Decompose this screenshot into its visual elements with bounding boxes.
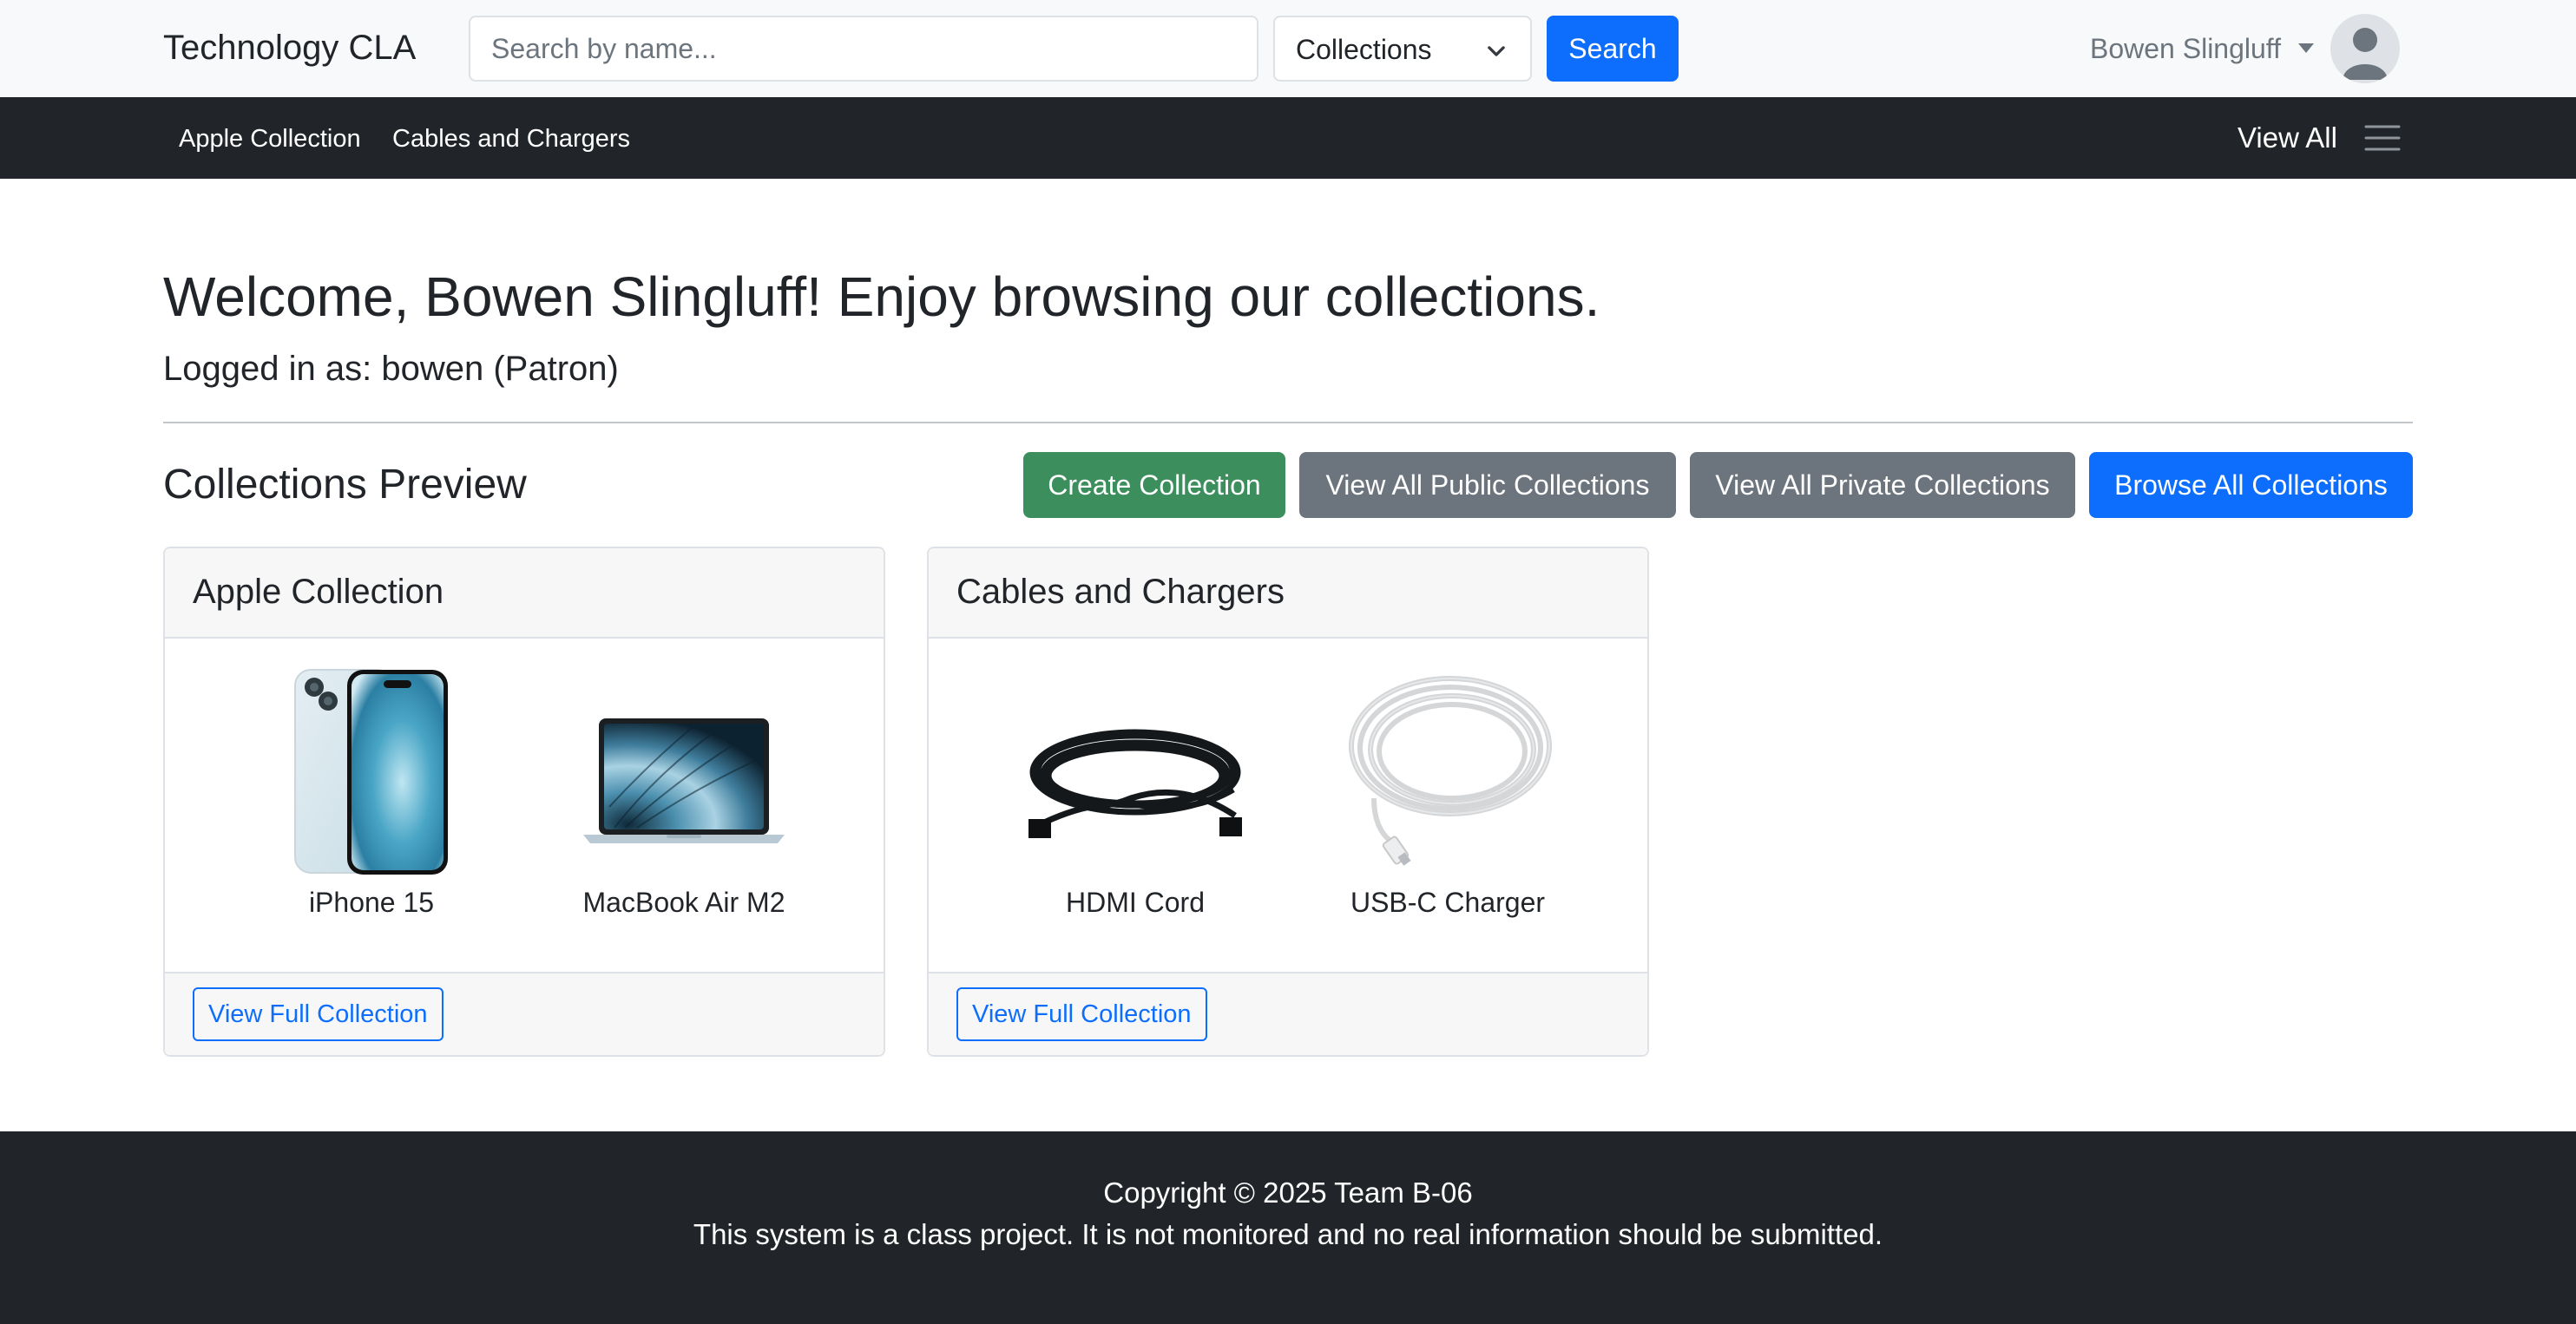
logged-in-status: Logged in as: bowen (Patron) <box>163 345 619 392</box>
search-input[interactable] <box>469 16 1258 82</box>
card-title: Apple Collection <box>193 573 444 611</box>
card-header: Cables and Chargers <box>929 548 1647 639</box>
logged-in-prefix: Logged in as: <box>163 350 372 388</box>
collection-card-apple: Apple Collection iPhone 15 MacBook Air M… <box>163 547 885 1057</box>
search-scope-select[interactable]: Collections <box>1273 16 1532 82</box>
collection-item-usb-c-charger[interactable]: USB-C Charger <box>1335 668 1561 918</box>
collections-preview-heading: Collections Preview <box>163 462 527 508</box>
search-scope-value: Collections <box>1296 34 1432 65</box>
collection-item-iphone[interactable]: iPhone 15 <box>259 668 484 918</box>
footer-copyright: Copyright © 2025 Team B-06 <box>1103 1177 1473 1209</box>
browse-all-collections-button[interactable]: Browse All Collections <box>2089 452 2413 518</box>
subnav-link-cables-and-chargers[interactable]: Cables and Chargers <box>392 123 630 154</box>
view-full-collection-button[interactable]: View Full Collection <box>956 987 1207 1041</box>
view-public-collections-button[interactable]: View All Public Collections <box>1299 452 1676 518</box>
create-collection-button[interactable]: Create Collection <box>1023 452 1285 518</box>
iphone-image <box>294 669 448 875</box>
item-name: USB-C Charger <box>1350 887 1546 918</box>
chevron-down-icon <box>1488 46 1505 56</box>
collection-item-hdmi-cord[interactable]: HDMI Cord <box>1022 668 1248 918</box>
item-name: MacBook Air M2 <box>582 887 785 918</box>
collection-card-cables: Cables and Chargers HDMI Cord USB-C Char… <box>927 547 1649 1057</box>
caret-down-icon[interactable] <box>2298 43 2314 53</box>
hamburger-menu-icon[interactable] <box>2364 123 2401 153</box>
avatar[interactable] <box>2330 14 2400 83</box>
page-footer: Copyright © 2025 Team B-06 This system i… <box>0 1131 2576 1324</box>
view-private-collections-button[interactable]: View All Private Collections <box>1690 452 2075 518</box>
collection-item-macbook[interactable]: MacBook Air M2 <box>571 668 797 918</box>
view-all-link[interactable]: View All <box>2238 121 2337 155</box>
top-navbar: Technology CLA Collections Search Bowen … <box>0 0 2576 97</box>
section-divider <box>163 422 2413 423</box>
usb-c-charger-image <box>1349 676 1552 866</box>
search-button[interactable]: Search <box>1547 16 1679 82</box>
card-header: Apple Collection <box>165 548 884 639</box>
subnav-link-apple-collection[interactable]: Apple Collection <box>179 123 361 154</box>
logged-in-role: (Patron) <box>493 350 619 388</box>
footer-disclaimer: This system is a class project. It is no… <box>693 1218 1883 1250</box>
welcome-heading: Welcome, Bowen Slingluff! Enjoy browsing… <box>163 265 1600 328</box>
card-footer: View Full Collection <box>165 972 884 1055</box>
macbook-image <box>583 718 785 843</box>
card-title: Cables and Chargers <box>956 573 1285 611</box>
view-full-collection-button[interactable]: View Full Collection <box>193 987 444 1041</box>
item-name: iPhone 15 <box>308 887 435 918</box>
user-silhouette-icon <box>2343 28 2388 80</box>
logged-in-username: bowen <box>381 350 484 388</box>
collections-subnav: Apple Collection Cables and Chargers Vie… <box>0 97 2576 179</box>
brand-link[interactable]: Technology CLA <box>163 26 416 69</box>
card-footer: View Full Collection <box>929 972 1647 1055</box>
item-name: HDMI Cord <box>1065 887 1205 918</box>
hdmi-cord-image <box>1028 729 1242 838</box>
user-menu-toggle[interactable]: Bowen Slingluff <box>2090 31 2281 66</box>
